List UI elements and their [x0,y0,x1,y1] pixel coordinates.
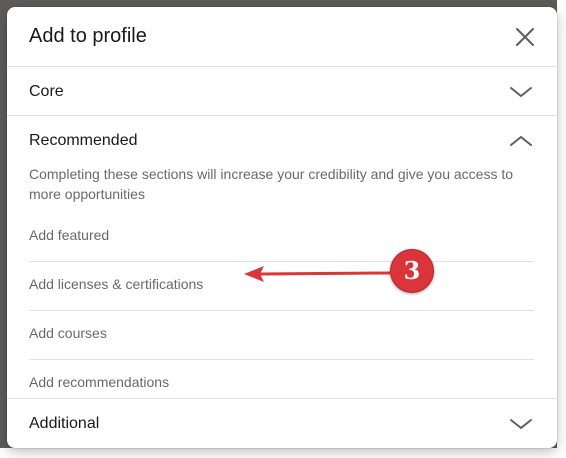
add-featured-label: Add featured [29,227,110,243]
add-recommendations-label: Add recommendations [29,374,170,390]
add-courses-label: Add courses [29,325,107,341]
chevron-down-icon [510,87,532,97]
close-button[interactable] [513,25,537,49]
section-recommended-toggle[interactable]: Recommended [7,116,557,165]
section-recommended-description: Completing these sections will increase … [29,166,514,202]
section-additional-toggle[interactable]: Additional [7,399,557,448]
background-right-edge [557,0,566,458]
dialog-title: Add to profile [29,25,147,47]
add-courses-item[interactable]: Add courses [29,311,534,360]
section-recommended-label: Recommended [29,132,138,149]
section-additional-label: Additional [29,415,100,432]
section-core-toggle[interactable]: Core [7,67,557,116]
add-featured-item[interactable]: Add featured [29,213,534,262]
section-core-label: Core [29,83,64,100]
close-icon [516,28,534,46]
chevron-up-icon [510,136,532,146]
annotation-step-badge: 3 [390,249,434,293]
section-additional: Additional [7,399,557,448]
chevron-down-icon [510,419,532,429]
annotation-arrow-icon [244,266,391,282]
section-core: Core [7,67,557,116]
background-strip [0,448,566,458]
add-to-profile-dialog: Add to profile Core Recommended Completi… [7,7,557,448]
dialog-header: Add to profile [7,7,557,67]
add-licenses-certifications-label: Add licenses & certifications [29,276,204,292]
